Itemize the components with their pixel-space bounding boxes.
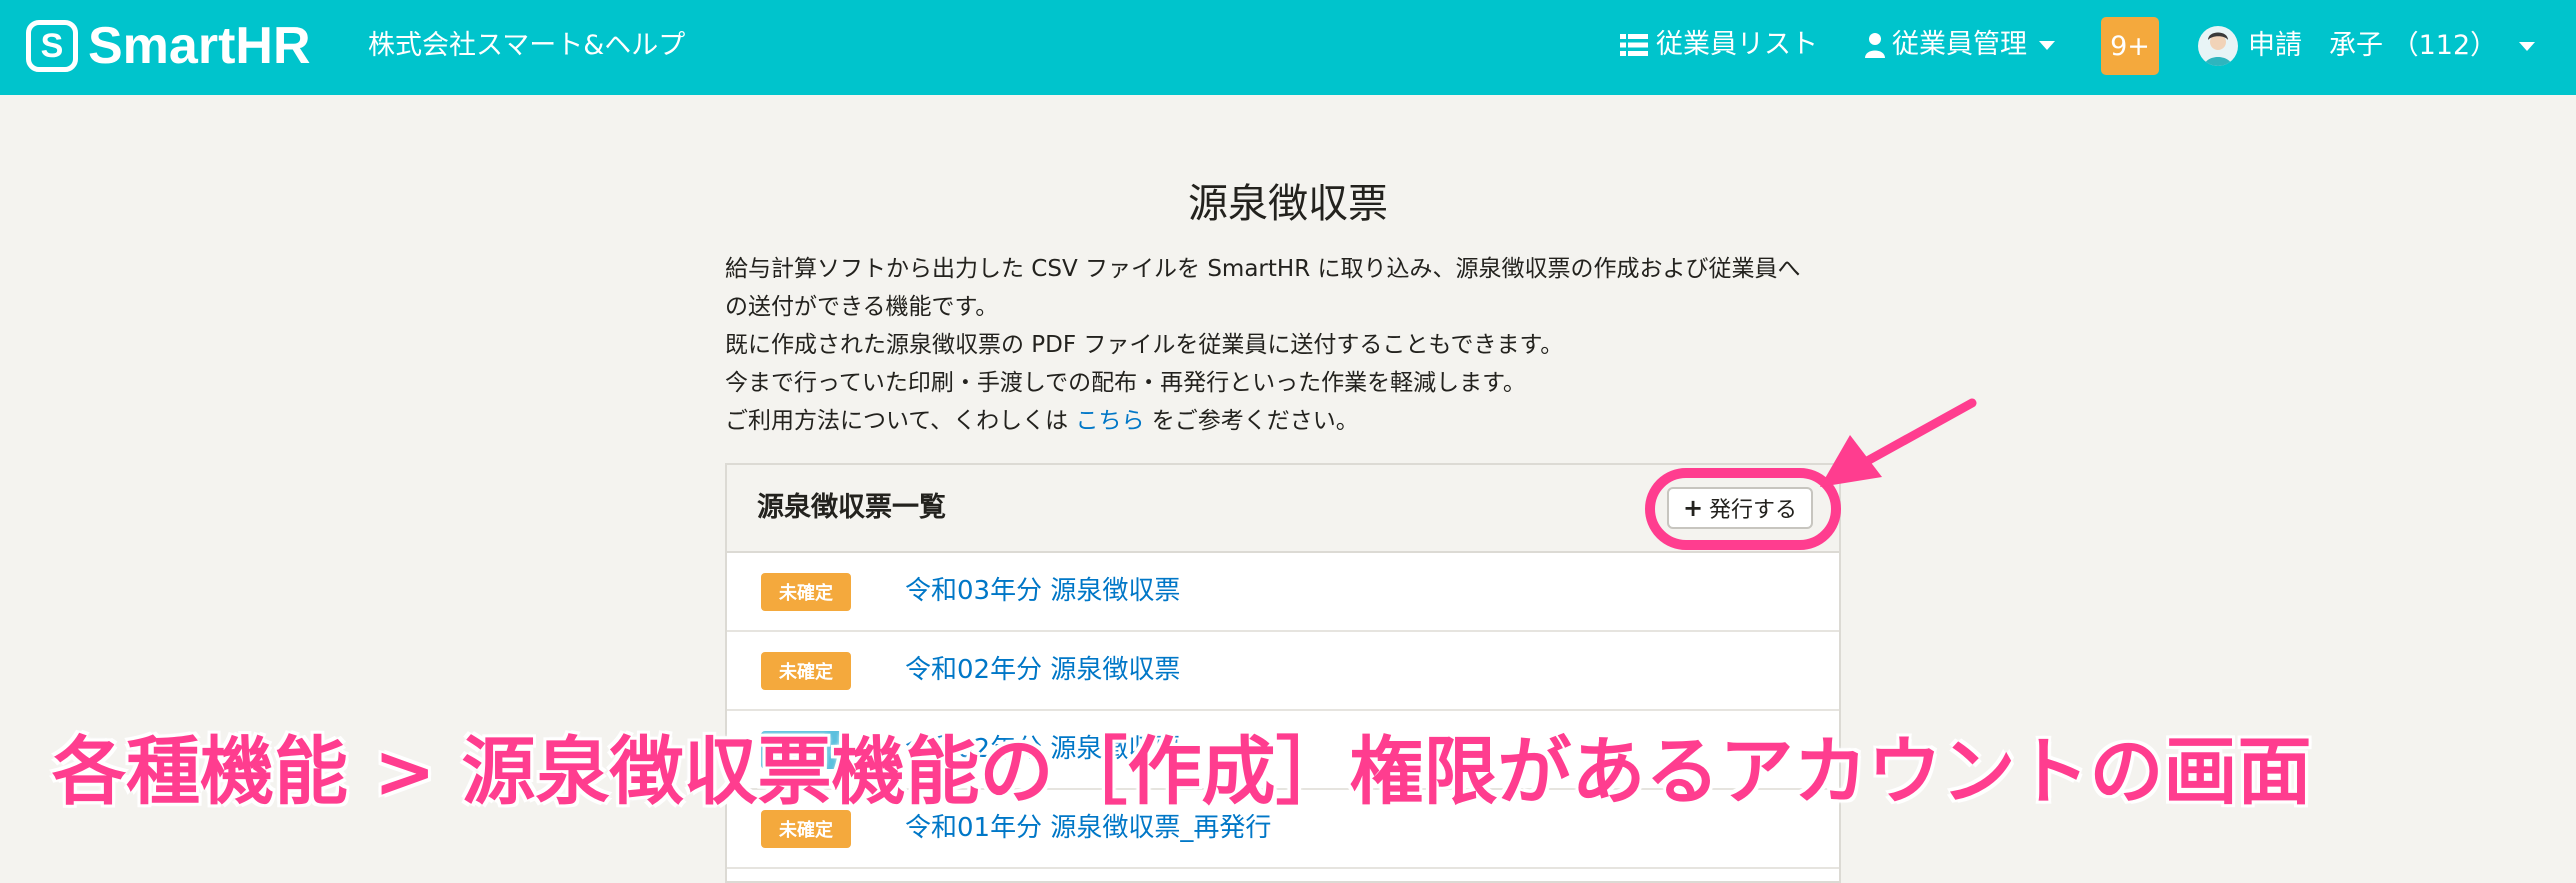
status-badge: 未確定 xyxy=(761,652,851,690)
usage-line: ご利用方法について、くわしくは こちら をご参考ください。 xyxy=(725,402,1845,440)
page-title: 源泉徴収票 xyxy=(1188,181,1388,227)
usage-prefix: ご利用方法について、くわしくは xyxy=(725,408,1076,434)
top-header: S SmartHR 株式会社スマート&ヘルプ 従業員リスト 従業員管理 9+ 申… xyxy=(0,0,2576,95)
arrow-icon xyxy=(1820,398,1977,487)
panel-title: 源泉徴収票一覧 xyxy=(757,492,946,523)
nav-employee-management[interactable]: 従業員管理 xyxy=(1864,26,2055,64)
user-name: 申請 承子 （112） xyxy=(2248,30,2498,61)
user-menu[interactable]: 申請 承子 （112） xyxy=(2198,26,2536,66)
company-name: 株式会社スマート&ヘルプ xyxy=(368,30,686,61)
list-item[interactable]: 未確定 令和03年分 源泉徴収票 xyxy=(727,553,1839,632)
highlight-ring xyxy=(1645,468,1841,550)
usage-suffix: をご参考ください。 xyxy=(1144,408,1359,434)
slip-link[interactable]: 令和02年分 源泉徴収票 xyxy=(905,650,1180,690)
description-line: 給与計算ソフトから出力した CSV ファイルを SmartHR に取り込み、源泉… xyxy=(725,256,1801,282)
smarthr-logo[interactable]: S SmartHR xyxy=(26,20,311,72)
description-line: 既に作成された源泉徴収票の PDF ファイルを従業員に送付することもできます。 xyxy=(725,332,1564,358)
chevron-down-icon xyxy=(2519,41,2536,51)
notification-badge[interactable]: 9+ xyxy=(2101,17,2159,75)
logo-mark-icon: S xyxy=(26,20,78,72)
status-badge: 未確定 xyxy=(761,573,851,611)
feature-description: 給与計算ソフトから出力した CSV ファイルを SmartHR に取り込み、源泉… xyxy=(725,250,1845,440)
annotation-caption: 各種機能 > 源泉徴収票機能の［作成］権限があるアカウントの画面 xyxy=(52,729,2312,815)
avatar xyxy=(2198,26,2238,66)
slip-link[interactable]: 令和03年分 源泉徴収票 xyxy=(905,571,1180,611)
help-link[interactable]: こちら xyxy=(1075,408,1144,434)
description-line: 今まで行っていた印刷・手渡しでの配布・再発行といった作業を軽減します。 xyxy=(725,370,1526,396)
logo-text: SmartHR xyxy=(88,17,311,75)
nav-employee-list-label: 従業員リスト xyxy=(1656,29,1818,60)
description-line: の送付ができる機能です。 xyxy=(725,294,999,320)
nav-employee-management-label: 従業員管理 xyxy=(1892,29,2027,60)
list-item[interactable]: 未確定 令和02年分 源泉徴収票 xyxy=(727,632,1839,711)
list-icon xyxy=(1620,34,1648,56)
nav-employee-list[interactable]: 従業員リスト xyxy=(1620,26,1818,64)
person-icon xyxy=(1865,33,1885,58)
chevron-down-icon xyxy=(2039,40,2055,50)
